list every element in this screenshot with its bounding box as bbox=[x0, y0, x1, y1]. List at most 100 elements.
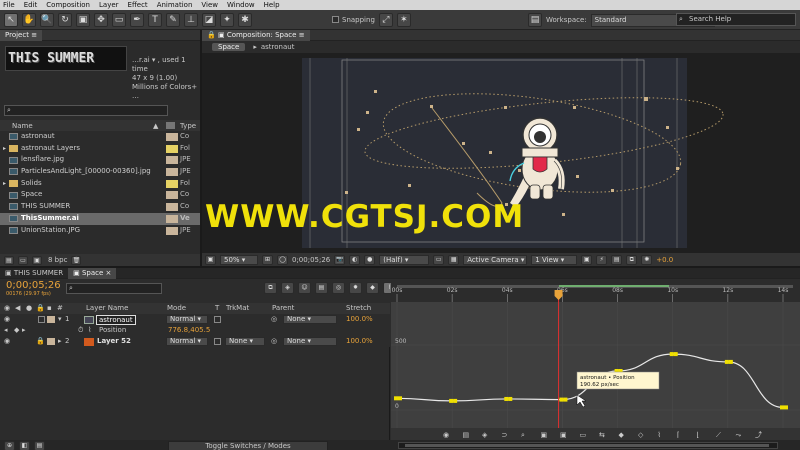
preserve-transparency-toggle[interactable] bbox=[214, 338, 221, 345]
fit-selection-icon[interactable]: ⌕ bbox=[521, 431, 525, 439]
expand-transfer-icon[interactable]: ◧ bbox=[19, 441, 30, 450]
column-mode[interactable]: Mode bbox=[167, 303, 186, 314]
pen-tool-icon[interactable]: ✒ bbox=[130, 12, 144, 27]
keyframe-nav-next-icon[interactable]: ▸ bbox=[22, 325, 26, 336]
expand-layer-switches-icon[interactable]: ⊕ bbox=[4, 441, 15, 450]
selection-tool-icon[interactable]: ↖ bbox=[4, 12, 18, 27]
twirl-down-icon[interactable]: ▾ bbox=[58, 314, 62, 325]
zoom-icon[interactable]: ▣ bbox=[560, 431, 567, 439]
trkmat-select[interactable]: None ▾ bbox=[225, 337, 265, 346]
color-channel-icon[interactable]: ● bbox=[364, 254, 376, 265]
stopwatch-icon[interactable]: ⏱ bbox=[78, 325, 83, 336]
show-snapshot-icon[interactable]: ◐ bbox=[349, 254, 361, 265]
magnification-select[interactable]: 50% ▾ bbox=[220, 254, 258, 265]
twirl-right-icon[interactable]: ▸ bbox=[3, 143, 6, 155]
graph-editor[interactable]: 00s02s04s06s08s10s12s14s5000astronaut • … bbox=[391, 280, 800, 440]
exposure-value[interactable]: +0.0 bbox=[656, 256, 673, 264]
trash-icon[interactable]: 🗑 bbox=[71, 255, 82, 265]
timeline-icon[interactable]: ▤ bbox=[611, 254, 623, 265]
flowchart-icon[interactable]: ⧉ bbox=[626, 254, 638, 265]
crumb-space[interactable]: Space bbox=[212, 43, 246, 51]
project-item[interactable]: ParticlesAndLight_[00000-00360].jpg JPE bbox=[0, 166, 200, 178]
layer-mode-select[interactable]: Normal ▾ bbox=[166, 337, 208, 346]
fit-all-icon[interactable]: ▣ bbox=[541, 431, 548, 439]
graph-type-icon[interactable]: ▤ bbox=[463, 431, 470, 439]
parent-select[interactable]: None ▾ bbox=[283, 337, 337, 346]
layer-row-astronaut[interactable]: ◉ ▾ 1 astronaut Normal ▾ ◎ None ▾ 100.0% bbox=[0, 314, 390, 325]
layer-name[interactable]: Layer 52 bbox=[97, 336, 131, 347]
view-layout-select[interactable]: 1 View ▾ bbox=[531, 254, 578, 265]
twirl-right-icon[interactable]: ▸ bbox=[58, 336, 62, 347]
project-item[interactable]: lensflare.jpg JPE bbox=[0, 154, 200, 166]
column-trkmat[interactable]: TrkMat bbox=[226, 303, 249, 314]
layer-label-swatch[interactable] bbox=[47, 338, 55, 345]
type-tool-icon[interactable]: T bbox=[148, 12, 162, 27]
convert-auto-icon[interactable]: ◇ bbox=[638, 431, 644, 439]
reset-exposure-icon[interactable]: ✺ bbox=[641, 254, 653, 265]
project-item[interactable]: THIS SUMMER Co bbox=[0, 201, 200, 213]
tab-project[interactable]: Project ≡ bbox=[0, 29, 43, 41]
new-composition-icon[interactable]: ▣ bbox=[32, 255, 42, 265]
column-parent[interactable]: Parent bbox=[272, 303, 294, 314]
parent-select[interactable]: None ▾ bbox=[283, 315, 337, 324]
interpret-footage-icon[interactable]: ▤ bbox=[4, 255, 14, 265]
label-swatch[interactable] bbox=[166, 133, 178, 141]
transparency-grid-icon[interactable]: ▦ bbox=[448, 254, 460, 265]
menu-item-file[interactable]: File bbox=[3, 1, 15, 9]
grid-icon[interactable]: ⊞ bbox=[262, 254, 273, 265]
roving-icon[interactable]: ⤴ bbox=[755, 430, 762, 439]
easy-ease-icon[interactable]: ⌇ bbox=[658, 431, 661, 439]
column-t[interactable]: T bbox=[215, 303, 219, 314]
brainstorm-icon[interactable]: ✸ bbox=[349, 282, 362, 294]
snapshot-camera-icon[interactable]: 📷 bbox=[334, 254, 346, 265]
menu-item-help[interactable]: Help bbox=[264, 1, 280, 9]
label-swatch[interactable] bbox=[166, 179, 178, 188]
menu-item-window[interactable]: Window bbox=[227, 1, 255, 9]
shy-layers-icon[interactable]: ☺ bbox=[298, 282, 311, 294]
separate-dimensions-icon[interactable]: ▭ bbox=[580, 431, 587, 439]
rotate-tool-icon[interactable]: ↻ bbox=[58, 12, 72, 27]
camera-select[interactable]: Active Camera ▾ bbox=[463, 254, 528, 265]
toggle-switches-modes-button[interactable]: Toggle Switches / Modes bbox=[168, 441, 328, 450]
project-item[interactable]: UnionStation.JPG JPE bbox=[0, 225, 200, 237]
position-value[interactable]: 776.8,405.5 bbox=[168, 325, 210, 336]
column-stretch[interactable]: Stretch bbox=[346, 303, 371, 314]
tab-space[interactable]: ▣ Space × bbox=[68, 267, 117, 279]
project-item[interactable]: ▸ astronaut Layers Fol bbox=[0, 143, 200, 155]
edit-selected-icon[interactable]: ⇆ bbox=[599, 431, 605, 439]
menu-item-composition[interactable]: Composition bbox=[46, 1, 90, 9]
pick-whip-icon[interactable]: ◎ bbox=[271, 314, 277, 325]
menu-item-animation[interactable]: Animation bbox=[157, 1, 193, 9]
label-swatch[interactable] bbox=[166, 191, 178, 200]
fast-previews-icon[interactable]: ⚡ bbox=[596, 254, 608, 265]
stretch-value[interactable]: 100.0% bbox=[346, 336, 373, 347]
mask-visibility-icon[interactable]: ◯ bbox=[277, 254, 288, 265]
linear-icon[interactable]: ⟋ bbox=[716, 431, 721, 439]
comp-mini-flowchart-icon[interactable]: ⧉ bbox=[264, 282, 277, 294]
label-swatch[interactable] bbox=[166, 203, 178, 212]
toggle-pixel-aspect-icon[interactable]: ▣ bbox=[581, 254, 593, 265]
layer-name-field[interactable]: astronaut bbox=[96, 314, 136, 325]
eraser-tool-icon[interactable]: ◪ bbox=[202, 12, 216, 27]
pick-whip-icon[interactable]: ◎ bbox=[271, 336, 277, 347]
graph-toggle-icon[interactable]: ⌇ bbox=[88, 325, 91, 336]
easy-ease-in-icon[interactable]: ⌈ bbox=[677, 431, 680, 439]
menu-item-edit[interactable]: Edit bbox=[24, 1, 38, 9]
snap-options-icon[interactable]: ⤢ bbox=[378, 12, 393, 27]
easy-ease-out-icon[interactable]: ⌊ bbox=[697, 431, 700, 439]
label-swatch[interactable] bbox=[166, 226, 178, 235]
label-swatch[interactable] bbox=[166, 144, 178, 153]
search-help-input[interactable]: ⌕ Search Help bbox=[676, 13, 796, 26]
motion-blur-icon[interactable]: ◎ bbox=[332, 282, 345, 294]
timeline-search-input[interactable]: ⌕ bbox=[66, 283, 162, 294]
lock-icon[interactable]: 🔒 bbox=[36, 336, 45, 347]
roto-brush-tool-icon[interactable]: ✦ bbox=[220, 12, 234, 27]
layer-mode-select[interactable]: Normal ▾ bbox=[166, 315, 208, 324]
bezier-icon[interactable]: ⤳ bbox=[736, 431, 742, 439]
draft-3d-icon[interactable]: ◈ bbox=[281, 282, 294, 294]
menu-item-layer[interactable]: Layer bbox=[99, 1, 119, 9]
label-swatch[interactable] bbox=[166, 214, 178, 223]
clone-stamp-tool-icon[interactable]: ⊥ bbox=[184, 12, 198, 27]
resolution-select[interactable]: (Half) ▾ bbox=[379, 254, 430, 265]
convert-hold-icon[interactable]: ◆ bbox=[619, 431, 625, 439]
